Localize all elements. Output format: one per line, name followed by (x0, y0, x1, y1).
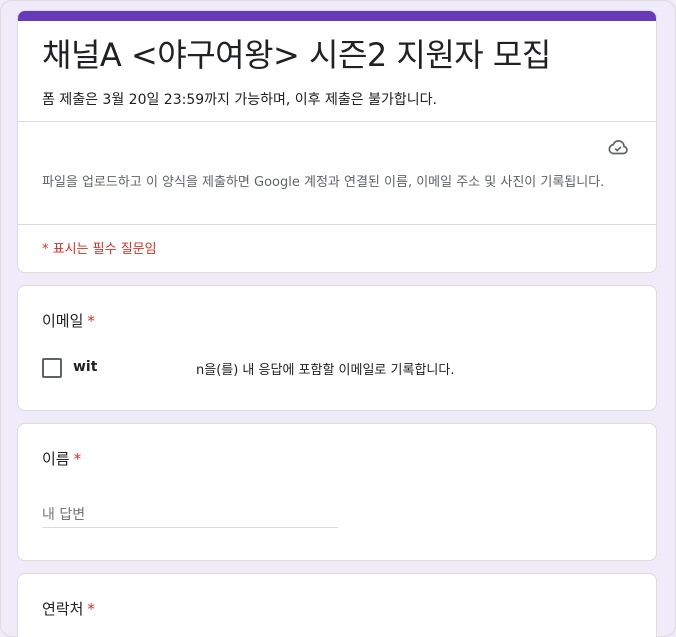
question-title: 이름 * (42, 448, 81, 469)
question-label: 이름 (42, 450, 70, 468)
header-divider (18, 121, 656, 122)
account-recording-note: 파일을 업로드하고 이 양식을 제출하면 Google 계정과 연결된 이름, … (42, 175, 605, 190)
email-consent-label: n을(를) 내 응답에 포함할 이메일로 기록합니다. (196, 363, 455, 378)
cloud-check-icon[interactable] (606, 135, 630, 159)
question-title: 이메일 * (42, 310, 95, 331)
note-divider (18, 224, 656, 225)
question-email-card: 이메일 * witl n을(를) 내 응답에 포함할 이메일로 기록합니다. (17, 285, 657, 411)
email-consent-checkbox[interactable] (42, 358, 62, 378)
required-asterisk: * (73, 450, 82, 468)
question-label: 이메일 (42, 312, 84, 330)
form-title: 채널A <야구여왕> 시즌2 지원자 모집 (42, 36, 551, 74)
question-phone-card: 연락처 * (17, 573, 657, 637)
form-header-card: 채널A <야구여왕> 시즌2 지원자 모집 폼 제출은 3월 20일 23:59… (17, 10, 657, 273)
required-asterisk: * (87, 600, 95, 618)
header-accent-bar (18, 11, 656, 21)
required-note: * 표시는 필수 질문임 (42, 242, 157, 257)
form-description: 폼 제출은 3월 20일 23:59까지 가능하며, 이후 제출은 불가합니다. (42, 92, 437, 108)
question-title: 연락처 * (42, 598, 95, 619)
email-redaction (97, 356, 195, 378)
required-asterisk: * (87, 312, 95, 330)
question-label: 연락처 (42, 600, 84, 618)
question-name-card: 이름 * (17, 423, 657, 561)
name-answer-input[interactable] (42, 502, 338, 528)
